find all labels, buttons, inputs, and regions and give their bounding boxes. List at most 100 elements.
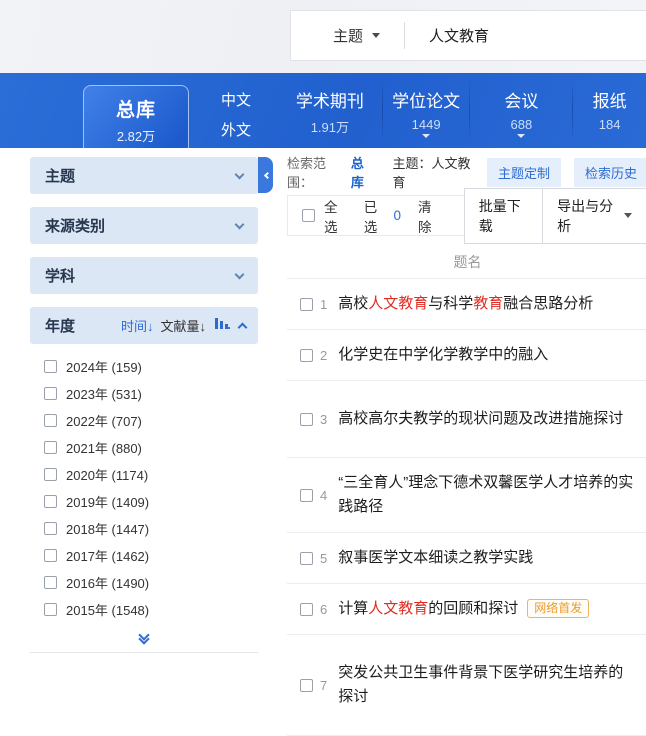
year-item[interactable]: 2022年 (707) [44,407,258,434]
result-row: 1高校人文教育与科学教育融合思路分析 [287,279,646,330]
chevron-down-icon [235,219,245,229]
results-table: 题名 1高校人文教育与科学教育融合思路分析2化学史在中学化学教学中的融入3高校高… [287,246,646,736]
year-checkbox[interactable] [44,495,57,508]
topic-customize-button[interactable]: 主题定制 [487,158,561,187]
nav-tab-count: 1.91万 [278,117,382,136]
year-item[interactable]: 2020年 (1174) [44,461,258,488]
online-first-badge: 网络首发 [527,599,589,618]
select-all-label[interactable]: 全选 [324,196,349,236]
select-all-checkbox[interactable] [302,209,315,222]
language-switch: 中文 外文 [200,73,272,148]
scope-value-link[interactable]: 总库 [351,153,375,191]
nav-tab-count: 688 [470,117,572,132]
row-checkbox[interactable] [300,489,313,502]
year-checkbox[interactable] [44,387,57,400]
year-label: 2018年 (1447) [66,519,149,538]
year-checkbox[interactable] [44,603,57,616]
row-checkbox[interactable] [300,349,313,362]
clear-selection-button[interactable]: 清除 [418,196,443,236]
year-panel-header[interactable]: 年度 时间↓ 文献量↓ [30,307,258,344]
result-title-link[interactable]: 高校人文教育与科学教育融合思路分析 [338,292,593,316]
export-analyze-button[interactable]: 导出与分析 [542,188,646,244]
result-title-link[interactable]: 叙事医学文本细读之教学实践 [338,546,533,570]
row-checkbox[interactable] [300,679,313,692]
chevron-down-icon [422,134,430,138]
highlighted-keyword: 人文教育 [368,600,428,617]
nav-tab-1[interactable]: 学位论文1449 [383,73,470,148]
bar-chart-icon[interactable] [215,317,230,335]
row-checkbox[interactable] [300,603,313,616]
filter-panel-label: 学科 [45,265,236,286]
year-item[interactable]: 2018年 (1447) [44,515,258,542]
year-checkbox[interactable] [44,360,57,373]
year-checkbox[interactable] [44,576,57,589]
result-title-link[interactable]: 高校高尔夫教学的现状问题及改进措施探讨 [338,407,623,431]
title-text: 计算 [338,600,368,617]
chevron-down-icon[interactable] [372,33,380,38]
nav-tab-total-count: 2.82万 [84,126,188,145]
title-text: 与科学 [428,295,473,312]
result-title-link[interactable]: 计算人文教育的回顾和探讨网络首发 [338,597,589,621]
year-checkbox[interactable] [44,441,57,454]
scope-label: 检索范围： [287,153,346,191]
nav-tab-0[interactable]: 学术期刊 1.91万 [278,73,382,148]
batch-download-button[interactable]: 批量下载 [464,188,543,244]
nav-tab-3[interactable]: 报纸184 [573,73,646,148]
search-divider [404,22,405,49]
title-text: “三全育人”理念下德术双馨医学人才培养的实践路径 [338,474,633,515]
title-text: 化学史在中学化学教学中的融入 [338,346,548,363]
result-title-link[interactable]: 化学史在中学化学教学中的融入 [338,343,548,367]
sidebar-filter-panels: 主题来源类别学科 [30,157,258,294]
year-checkbox[interactable] [44,522,57,535]
row-checkbox[interactable] [300,552,313,565]
row-checkbox[interactable] [300,298,313,311]
search-input[interactable]: 人文教育 [429,25,489,46]
result-title-link[interactable]: “三全育人”理念下德术双馨医学人才培养的实践路径 [338,471,638,519]
year-item[interactable]: 2019年 (1409) [44,488,258,515]
top-header: 主题 人文教育 [0,0,646,73]
year-checkbox[interactable] [44,468,57,481]
results-toolbar: 全选 已选 0 清除 批量下载 导出与分析 [287,195,646,236]
row-checkbox[interactable] [300,413,313,426]
row-number: 2 [320,348,327,363]
sort-by-time-link[interactable]: 时间↓ [121,316,154,335]
result-title-link[interactable]: 突发公共卫生事件背景下医学研究生培养的探讨 [338,661,638,709]
nav-tab-2[interactable]: 会议688 [470,73,572,148]
row-number: 4 [320,488,327,503]
filter-panel-1[interactable]: 来源类别 [30,207,258,244]
results-list: 1高校人文教育与科学教育融合思路分析 2 化学史在中学化学教学中的融入 3 高校高尔夫教… [287,279,646,736]
year-label: 2015年 (1548) [66,600,149,619]
result-row: 6 计算人文教育的回顾和探讨网络首发 [287,584,646,635]
sidebar-collapse-button[interactable] [258,157,273,193]
title-text: 高校高尔夫教学的现状问题及改进措施探讨 [338,410,623,427]
row-number: 5 [320,551,327,566]
filter-panel-label: 来源类别 [45,215,236,236]
search-field-selector[interactable]: 主题 [333,25,363,46]
filter-panel-0[interactable]: 主题 [30,157,258,194]
row-number: 6 [320,602,327,617]
row-number: 3 [320,412,327,427]
year-item[interactable]: 2023年 (531) [44,380,258,407]
nav-tab-label: 学术期刊 [278,87,382,112]
chevron-down-icon [517,134,525,138]
sort-by-count-link[interactable]: 文献量↓ [160,316,206,335]
year-item[interactable]: 2024年 (159) [44,353,258,380]
year-item[interactable]: 2015年 (1548) [44,596,258,623]
filter-panel-2[interactable]: 学科 [30,257,258,294]
year-item[interactable]: 2021年 (880) [44,434,258,461]
expand-more-years-button[interactable] [30,623,258,652]
year-item[interactable]: 2017年 (1462) [44,542,258,569]
year-label: 2020年 (1174) [66,465,148,484]
year-label: 2024年 (159) [66,357,142,376]
result-row: 7突发公共卫生事件背景下医学研究生培养的探讨 [287,635,646,736]
search-history-button[interactable]: 检索历史 [574,158,646,187]
year-item[interactable]: 2016年 (1490) [44,569,258,596]
year-checkbox[interactable] [44,414,57,427]
year-checkbox[interactable] [44,549,57,562]
selected-count: 0 [393,208,401,223]
nav-tab-total[interactable]: 总库 2.82万 [83,85,189,148]
year-label: 2019年 (1409) [66,492,149,511]
chevron-up-icon[interactable] [238,323,248,333]
lang-chinese[interactable]: 中文 [200,89,272,110]
lang-foreign[interactable]: 外文 [200,119,272,140]
